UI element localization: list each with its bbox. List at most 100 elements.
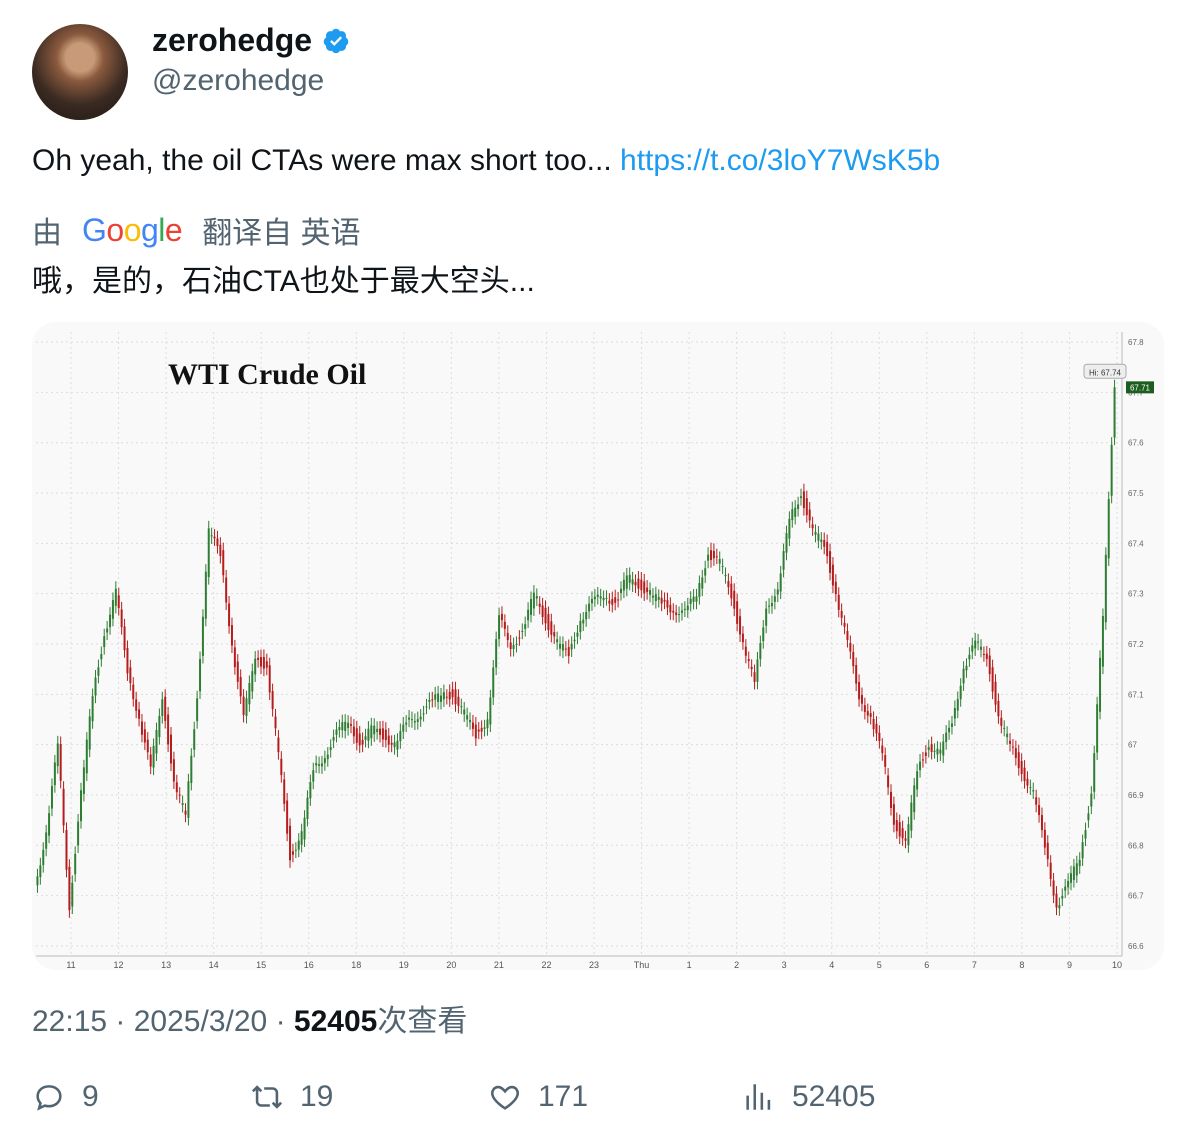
candle-body xyxy=(579,620,582,632)
candle-body xyxy=(498,615,501,640)
tweet-text: Oh yeah, the oil CTAs were max short too… xyxy=(32,144,940,178)
candle-body xyxy=(303,817,306,840)
candle-body xyxy=(524,624,527,630)
candle-body xyxy=(428,699,431,702)
candle-body xyxy=(161,699,164,717)
candle-body xyxy=(379,728,382,735)
candle-body xyxy=(521,630,524,632)
candle-body xyxy=(974,640,977,649)
chart-image[interactable]: 66.6 66.7 66.8 66.9 67 67.1 67.2 67.3 67.4 67.5 67… xyxy=(32,322,1164,970)
x-tick-label: 8 xyxy=(1019,960,1024,970)
user-handle[interactable]: @zerohedge xyxy=(152,64,324,98)
candle-body xyxy=(463,709,466,715)
candle-body xyxy=(977,641,980,643)
candle-body xyxy=(1061,895,1064,899)
like-button[interactable]: 171 xyxy=(488,1080,588,1114)
tweet-time[interactable]: 22:15 xyxy=(32,1005,107,1038)
candle-body xyxy=(172,759,175,782)
candle-body xyxy=(178,794,181,796)
candle-body xyxy=(396,740,399,750)
candle-body xyxy=(776,589,779,595)
candle-body xyxy=(85,739,88,774)
tweet-link[interactable]: https://t.co/3loY7WsK5b xyxy=(620,144,940,177)
candle-body xyxy=(1072,866,1075,880)
candle-body xyxy=(103,636,106,648)
candle-body xyxy=(1040,815,1043,831)
candle-body xyxy=(770,603,773,607)
candle-body xyxy=(860,695,863,704)
analytics-icon xyxy=(746,1084,771,1110)
candle-body xyxy=(585,611,588,620)
candle-body xyxy=(686,605,689,611)
candle-body xyxy=(858,681,861,700)
candle-body xyxy=(440,695,442,702)
candle-body xyxy=(1049,862,1052,879)
candle-body xyxy=(887,775,890,788)
candle-body xyxy=(895,820,898,832)
tweet-date[interactable]: 2025/3/20 xyxy=(134,1005,267,1038)
display-name[interactable]: zerohedge xyxy=(152,22,350,59)
candle-body xyxy=(120,609,123,628)
display-name-text[interactable]: zerohedge xyxy=(152,22,312,59)
candle-body xyxy=(474,724,477,739)
candle-body xyxy=(657,596,660,600)
candle-body xyxy=(402,724,405,732)
candle-body xyxy=(701,577,704,589)
candle-body xyxy=(599,596,602,599)
candle-body xyxy=(910,802,913,831)
candle-body xyxy=(248,682,251,705)
reply-button[interactable]: 9 xyxy=(32,1080,99,1114)
candle-body xyxy=(425,706,428,708)
candle-body xyxy=(88,716,91,750)
candle-body xyxy=(1003,727,1006,729)
candle-body xyxy=(242,696,245,715)
retweet-button[interactable]: 19 xyxy=(250,1080,333,1114)
candle-body xyxy=(260,656,262,667)
candle-body xyxy=(634,581,637,586)
candle-body xyxy=(1110,444,1113,496)
candle-body xyxy=(727,580,730,588)
meta-separator: · xyxy=(275,1005,294,1038)
candle-body xyxy=(663,599,666,602)
candle-body xyxy=(692,596,695,602)
candle-body xyxy=(823,539,826,547)
candle-body xyxy=(370,725,373,739)
translation-suffix[interactable]: 翻译自 英语 xyxy=(202,208,360,252)
candle-body xyxy=(126,647,129,674)
candle-body xyxy=(74,853,77,875)
candle-body xyxy=(196,698,199,722)
candle-body xyxy=(997,700,1000,717)
candle-body xyxy=(53,762,56,786)
chart-background xyxy=(32,322,1164,970)
candle-body xyxy=(666,600,669,608)
x-tick-label: 21 xyxy=(494,960,504,970)
candle-body xyxy=(608,600,611,604)
candle-body xyxy=(802,491,805,509)
candle-body xyxy=(1029,787,1032,789)
google-logo: Google xyxy=(82,211,183,248)
candle-body xyxy=(582,619,585,624)
candle-body xyxy=(384,729,387,740)
candle-body xyxy=(271,691,274,710)
candle-body xyxy=(193,729,196,750)
candle-body xyxy=(306,797,309,819)
candle-body xyxy=(114,588,117,606)
candle-body xyxy=(140,721,143,735)
candle-body xyxy=(855,665,858,684)
candle-body xyxy=(553,632,556,637)
candle-body xyxy=(106,628,109,633)
candle-body xyxy=(184,810,187,815)
candle-body xyxy=(48,813,51,836)
x-tick-label: 3 xyxy=(782,960,787,970)
candle-body xyxy=(204,571,207,619)
avatar[interactable] xyxy=(32,24,128,120)
candle-body xyxy=(230,625,233,646)
candle-body xyxy=(294,849,297,851)
candle-body xyxy=(410,719,413,721)
candle-body xyxy=(736,601,739,624)
candle-body xyxy=(959,685,962,700)
candle-body xyxy=(408,717,411,720)
candle-body xyxy=(280,758,283,776)
views-button[interactable]: 52405 xyxy=(742,1080,875,1114)
candle-body xyxy=(1000,717,1003,726)
